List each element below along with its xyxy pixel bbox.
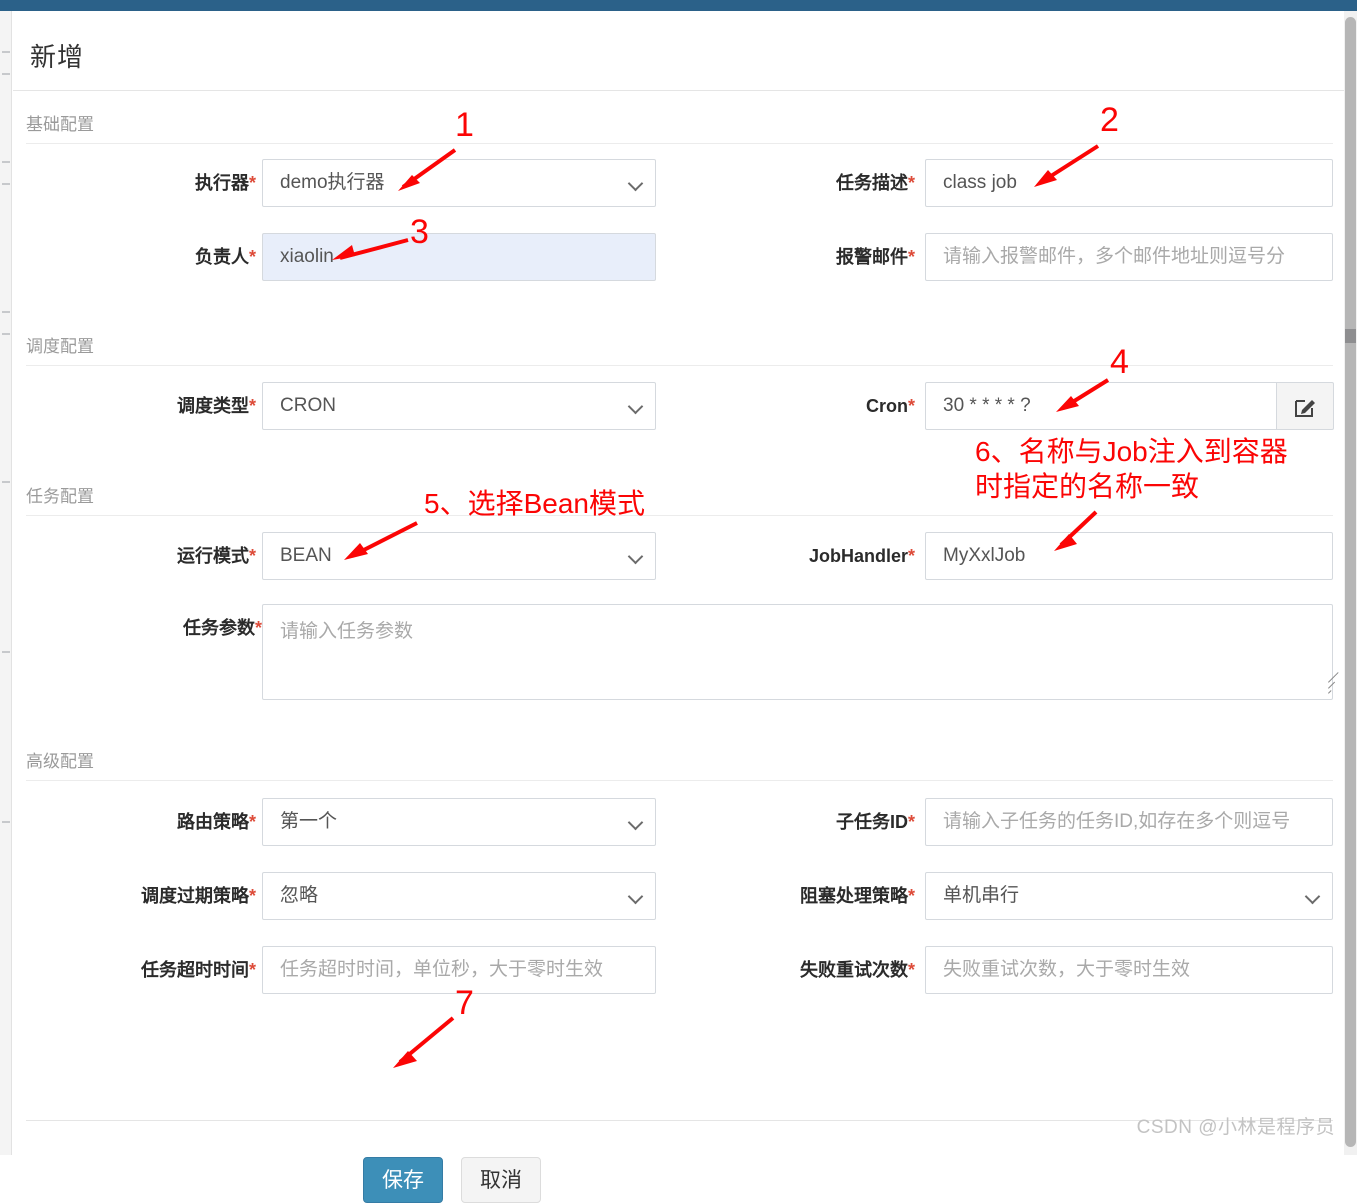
label-misfire: 调度过期策略* (140, 886, 256, 906)
misfire-value: 忽略 (280, 885, 319, 906)
field-row-retry-count: 失败重试次数* 失败重试次数，大于零时生效 (703, 946, 1333, 994)
chevron-down-icon (627, 548, 644, 565)
field-row-route-strategy: 路由策略* 第一个 (26, 798, 656, 846)
job-handler-value: MyXxlJob (943, 545, 1026, 566)
run-mode-value: BEAN (280, 545, 332, 566)
block-strategy-select[interactable]: 单机串行 (925, 872, 1333, 920)
field-row-alarm-email: 报警邮件* 请输入报警邮件，多个邮件地址则逗号分 (703, 233, 1333, 281)
section-title-task: 任务配置 (26, 487, 94, 506)
run-mode-select[interactable]: BEAN (262, 532, 656, 580)
modal-dialog: 新增 基础配置 执行器* demo执行器 任务描述* class job 负责人… (0, 0, 1357, 1203)
section-basic: 基础配置 (26, 110, 1333, 144)
executor-select[interactable]: demo执行器 (262, 159, 656, 207)
timeout-placeholder: 任务超时时间，单位秒，大于零时生效 (280, 959, 604, 980)
section-title-advanced: 高级配置 (26, 752, 94, 771)
label-route-strategy: 路由策略* (176, 812, 256, 832)
section-divider (26, 365, 1333, 366)
resize-handle-icon[interactable] (1315, 672, 1339, 696)
field-row-run-mode: 运行模式* BEAN (26, 532, 656, 580)
job-desc-input[interactable]: class job (925, 159, 1333, 207)
field-row-owner: 负责人* xiaolin (26, 233, 656, 281)
executor-value: demo执行器 (280, 172, 385, 193)
retry-count-placeholder: 失败重试次数，大于零时生效 (943, 959, 1191, 980)
label-block-strategy: 阻塞处理策略* (799, 886, 915, 906)
cron-value: 30 * * * * ? (943, 395, 1031, 416)
label-run-mode: 运行模式* (176, 546, 256, 566)
section-divider (26, 780, 1333, 781)
modal-body: 基础配置 执行器* demo执行器 任务描述* class job 负责人* x… (13, 92, 1344, 1203)
field-row-schedule-type: 调度类型* CRON (26, 382, 656, 430)
chevron-down-icon (627, 814, 644, 831)
field-row-cron: Cron* 30 * * * * ? (703, 382, 1334, 430)
owner-value: xiaolin (280, 246, 334, 267)
chevron-down-icon (627, 888, 644, 905)
child-job-id-input[interactable]: 请输入子任务的任务ID,如存在多个则逗号 (925, 798, 1333, 846)
scrollbar-thumb-grip[interactable] (1345, 329, 1356, 343)
field-row-job-handler: JobHandler* MyXxlJob (703, 532, 1333, 580)
schedule-type-select[interactable]: CRON (262, 382, 656, 430)
label-cron: Cron* (865, 396, 915, 416)
label-schedule-type: 调度类型* (176, 396, 256, 416)
section-advanced: 高级配置 (26, 747, 1333, 781)
label-owner: 负责人* (194, 247, 256, 267)
owner-input[interactable]: xiaolin (262, 233, 656, 281)
field-row-job-param: 任务参数* 请输入任务参数 (26, 604, 1339, 700)
scrollbar-thumb[interactable] (1345, 17, 1356, 1147)
route-strategy-value: 第一个 (280, 811, 338, 832)
page-title: 新增 (30, 42, 85, 72)
chevron-down-icon (1304, 888, 1321, 905)
job-param-textarea[interactable]: 请输入任务参数 (262, 604, 1339, 700)
label-job-param: 任务参数* (182, 618, 262, 638)
alarm-email-placeholder: 请输入报警邮件，多个邮件地址则逗号分 (943, 246, 1286, 267)
block-strategy-value: 单机串行 (943, 885, 1020, 906)
label-alarm-email: 报警邮件* (835, 247, 915, 267)
chevron-down-icon (627, 398, 644, 415)
window-top-bar (0, 0, 1357, 11)
edit-icon (1295, 400, 1315, 417)
job-desc-value: class job (943, 172, 1017, 193)
route-strategy-select[interactable]: 第一个 (262, 798, 656, 846)
section-schedule: 调度配置 (26, 332, 1333, 366)
timeout-input[interactable]: 任务超时时间，单位秒，大于零时生效 (262, 946, 656, 994)
field-row-timeout: 任务超时时间* 任务超时时间，单位秒，大于零时生效 (26, 946, 656, 994)
field-row-block-strategy: 阻塞处理策略* 单机串行 (703, 872, 1333, 920)
modal-header: 新增 (13, 11, 1344, 91)
cron-edit-button[interactable] (1276, 382, 1334, 430)
retry-count-input[interactable]: 失败重试次数，大于零时生效 (925, 946, 1333, 994)
section-title-schedule: 调度配置 (26, 337, 94, 356)
field-row-misfire: 调度过期策略* 忽略 (26, 872, 656, 920)
misfire-select[interactable]: 忽略 (262, 872, 656, 920)
chevron-down-icon (627, 175, 644, 192)
section-title-basic: 基础配置 (26, 115, 94, 134)
schedule-type-value: CRON (280, 395, 336, 416)
section-divider (26, 143, 1333, 144)
label-job-handler: JobHandler* (808, 546, 915, 566)
job-param-placeholder: 请输入任务参数 (280, 621, 414, 642)
field-row-child-job-id: 子任务ID* 请输入子任务的任务ID,如存在多个则逗号 (703, 798, 1333, 846)
child-job-id-placeholder: 请输入子任务的任务ID,如存在多个则逗号 (943, 811, 1291, 832)
label-job-desc: 任务描述* (835, 173, 915, 193)
vertical-scrollbar[interactable] (1344, 11, 1357, 1155)
label-timeout: 任务超时时间* (140, 960, 256, 980)
alarm-email-input[interactable]: 请输入报警邮件，多个邮件地址则逗号分 (925, 233, 1333, 281)
left-edge-strip (0, 11, 12, 1155)
cron-input[interactable]: 30 * * * * ? (925, 382, 1277, 430)
cancel-button[interactable]: 取消 (461, 1157, 541, 1203)
job-handler-input[interactable]: MyXxlJob (925, 532, 1333, 580)
label-child-job-id: 子任务ID* (835, 812, 915, 832)
section-divider (26, 515, 1333, 516)
watermark: CSDN @小林是程序员 (1136, 1117, 1335, 1138)
save-button[interactable]: 保存 (363, 1157, 443, 1203)
field-row-job-desc: 任务描述* class job (703, 159, 1333, 207)
field-row-executor: 执行器* demo执行器 (26, 159, 656, 207)
label-retry-count: 失败重试次数* (799, 960, 915, 980)
section-task: 任务配置 (26, 482, 1333, 516)
label-executor: 执行器* (194, 173, 256, 193)
